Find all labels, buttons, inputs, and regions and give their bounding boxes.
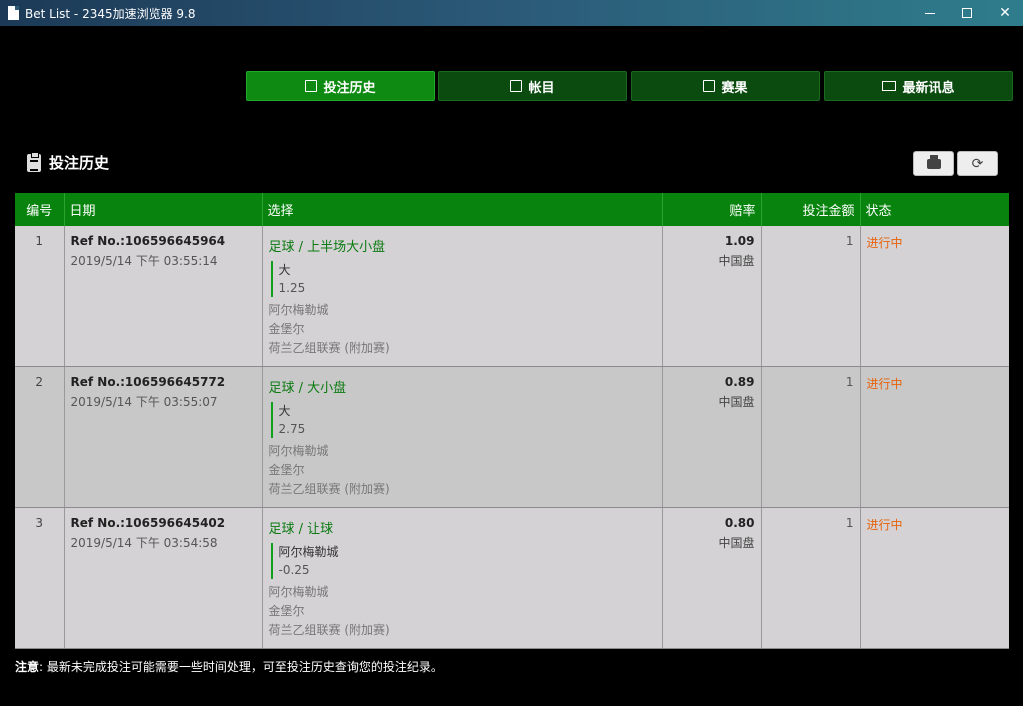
odds-value: 0.80 [724,516,755,530]
note-text: : 最新未完成投注可能需要一些时间处理，可至投注历史查询您的投注纪录。 [39,660,443,674]
table-row: 2 Ref No.:106596645772 2019/5/14 下午 03:5… [15,366,1009,508]
bet-list-table: 编号 日期 选择 赔率 投注金额 状态 1 Ref No.:1065966459… [15,193,1009,649]
home-team: 阿尔梅勒城 [268,303,329,317]
tab-label: 帐目 [528,80,555,96]
row-odds-cell: 0.89 中国盘 [662,366,762,508]
window-titlebar: Bet List - 2345加速浏览器 9.8 [0,0,1023,26]
row-odds-cell: 1.09 中国盘 [662,226,762,367]
status-badge: 进行中 [860,366,1009,508]
ref-number: Ref No.:106596645772 [70,375,226,389]
tab-results[interactable]: 赛果 [631,71,820,101]
row-no: 1 [15,226,65,367]
ref-number: Ref No.:106596645402 [70,516,226,530]
row-amount: 1 [761,366,861,508]
pick-line: 2.75 [278,422,306,436]
tab-messages[interactable]: 最新讯息 [824,71,1013,101]
away-team: 金堡尔 [268,604,305,618]
refresh-button[interactable]: ⟳ [957,151,998,176]
row-date-cell: Ref No.:106596645964 2019/5/14 下午 03:55:… [64,226,263,367]
row-no: 2 [15,366,65,508]
window-title: Bet List - 2345加速浏览器 9.8 [25,6,196,21]
pick-line: -0.25 [278,563,310,577]
odds-type: 中国盘 [718,254,755,268]
header-status: 状态 [860,193,1009,226]
document-icon [8,6,19,20]
odds-value: 1.09 [724,234,755,248]
bet-date: 2019/5/14 下午 03:55:14 [70,254,218,268]
away-team: 金堡尔 [268,463,305,477]
tab-bet-history[interactable]: 投注历史 [246,71,435,101]
row-amount: 1 [761,226,861,367]
tab-account[interactable]: 帐目 [438,71,627,101]
table-row: 3 Ref No.:106596645402 2019/5/14 下午 03:5… [15,507,1009,649]
print-button[interactable] [913,151,954,176]
header-no: 编号 [15,193,65,226]
header-amount: 投注金额 [761,193,861,226]
tab-label: 最新讯息 [902,80,955,96]
mail-icon [882,81,897,91]
maximize-icon [962,8,972,18]
odds-type: 中国盘 [718,536,755,550]
tab-label: 投注历史 [323,80,376,96]
close-icon: ✕ [999,5,1011,21]
selection-pick: 大 1.25 [270,261,656,297]
selection-pick: 大 2.75 [270,402,656,438]
pick-label: 阿尔梅勒城 [278,545,339,559]
row-selection-cell: 足球 / 大小盘 大 2.75 阿尔梅勒城 金堡尔 荷兰乙组联赛 (附加赛) [262,366,663,508]
ledger-icon [510,80,523,92]
row-odds-cell: 0.80 中国盘 [662,507,762,649]
clipboard-icon [27,151,41,172]
league-name: 荷兰乙组联赛 (附加赛) [268,341,390,355]
header-date: 日期 [64,193,263,226]
pick-line: 1.25 [278,281,306,295]
results-icon [703,80,716,92]
status-badge: 进行中 [860,226,1009,367]
selection-pick: 阿尔梅勒城 -0.25 [270,543,656,579]
close-button[interactable]: ✕ [986,0,1023,26]
selection-title: 足球 / 上半场大小盘 [268,240,386,255]
receipt-icon [305,80,318,92]
header-odds: 赔率 [662,193,762,226]
selection-title: 足球 / 让球 [268,522,334,537]
maximize-button[interactable] [948,0,986,26]
refresh-icon: ⟳ [971,155,984,172]
status-badge: 进行中 [860,507,1009,649]
row-amount: 1 [761,507,861,649]
home-team: 阿尔梅勒城 [268,444,329,458]
bet-date: 2019/5/14 下午 03:55:07 [70,395,218,409]
bet-date: 2019/5/14 下午 03:54:58 [70,536,218,550]
row-date-cell: Ref No.:106596645772 2019/5/14 下午 03:55:… [64,366,263,508]
selection-title: 足球 / 大小盘 [268,381,347,396]
away-team: 金堡尔 [268,322,305,336]
minimize-icon [925,12,935,14]
table-header-row: 编号 日期 选择 赔率 投注金额 状态 [15,193,1009,226]
note-label: 注意 [15,660,40,674]
minimize-button[interactable] [911,0,949,26]
row-no: 3 [15,507,65,649]
row-selection-cell: 足球 / 上半场大小盘 大 1.25 阿尔梅勒城 金堡尔 荷兰乙组联赛 (附加赛… [262,226,663,367]
odds-value: 0.89 [724,375,755,389]
page-title: 投注历史 [49,154,110,172]
league-name: 荷兰乙组联赛 (附加赛) [268,482,390,496]
footer-note: 注意: 最新未完成投注可能需要一些时间处理，可至投注历史查询您的投注纪录。 [15,658,443,675]
pick-label: 大 [278,263,291,277]
league-name: 荷兰乙组联赛 (附加赛) [268,623,390,637]
table-row: 1 Ref No.:106596645964 2019/5/14 下午 03:5… [15,226,1009,367]
header-selection: 选择 [262,193,663,226]
printer-icon [926,154,941,169]
section-header: 投注历史 [27,151,110,173]
home-team: 阿尔梅勒城 [268,585,329,599]
tab-label: 赛果 [721,80,748,96]
ref-number: Ref No.:106596645964 [70,234,226,248]
odds-type: 中国盘 [718,395,755,409]
row-selection-cell: 足球 / 让球 阿尔梅勒城 -0.25 阿尔梅勒城 金堡尔 荷兰乙组联赛 (附加… [262,507,663,649]
row-date-cell: Ref No.:106596645402 2019/5/14 下午 03:54:… [64,507,263,649]
pick-label: 大 [278,404,291,418]
